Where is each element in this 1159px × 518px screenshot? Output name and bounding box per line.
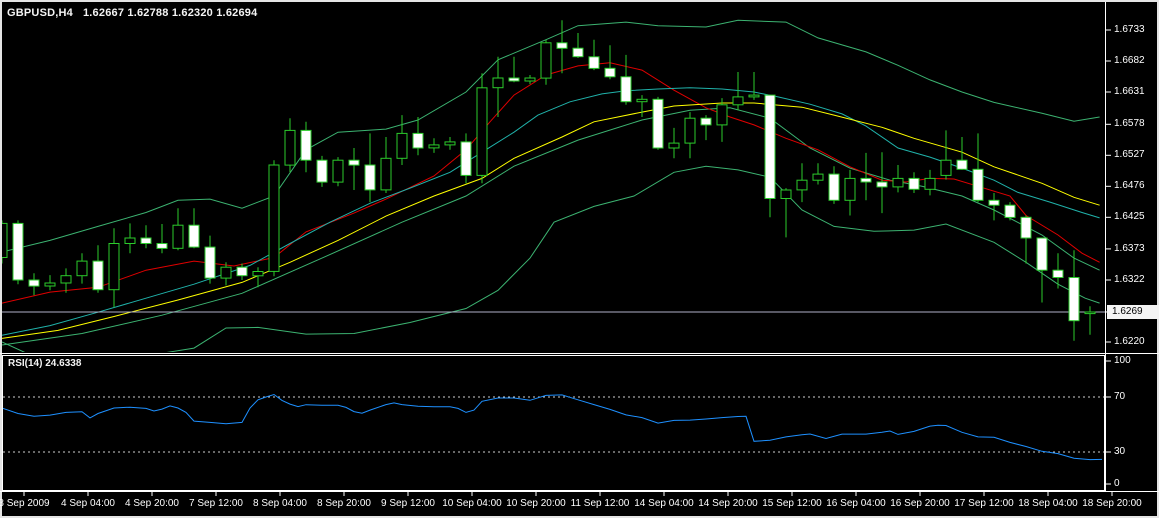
rsi-indicator-label: RSI(14) 24.6338 [8, 358, 82, 369]
rsi-panel[interactable] [2, 393, 1104, 461]
ma-mid-teal-line [2, 87, 1100, 336]
current-price-badge: 1.6269 [1107, 305, 1159, 319]
candle-body [188, 224, 200, 248]
candle-body [604, 67, 616, 78]
candle-body [44, 282, 56, 287]
candle-body [764, 94, 776, 199]
candle-body [556, 42, 568, 49]
candle-body [236, 266, 248, 277]
candle-body [124, 237, 136, 244]
candle-body [716, 104, 728, 126]
candle-body [1084, 311, 1096, 315]
candle-body [1020, 216, 1032, 239]
candle-body [508, 77, 520, 82]
candle-body [108, 243, 120, 291]
candle-body [652, 98, 664, 149]
candle-body [204, 246, 216, 279]
price-axis-label: 1.6682 [1114, 55, 1145, 66]
candle-body [28, 279, 40, 287]
price-axis-label: 1.6631 [1114, 86, 1145, 97]
bollinger-lower-line [2, 165, 1100, 352]
candle-body [540, 42, 552, 79]
candle-body [924, 177, 936, 190]
candle-body [268, 164, 280, 272]
candle-body [332, 159, 344, 183]
price-axis-label: 1.6527 [1114, 149, 1145, 160]
candle-body [60, 275, 72, 284]
candle-body [172, 224, 184, 249]
candle-body [876, 181, 888, 188]
candle-body [492, 77, 504, 89]
chart-ohlc-readout: 1.62667 1.62788 1.62320 1.62694 [82, 7, 258, 19]
time-axis-label[interactable]: 18 Sep 20:00 [1070, 499, 1154, 509]
candle-body [92, 260, 104, 291]
candle-body [1004, 204, 1016, 218]
candle-body [796, 179, 808, 191]
candle-body [780, 189, 792, 199]
rsi-line [3, 393, 1103, 461]
price-axis-label: 1.6322 [1114, 274, 1145, 285]
ma-slow-yellow-line [2, 102, 1100, 339]
price-axis-label: 1.6578 [1114, 118, 1145, 129]
candle-body [140, 237, 152, 244]
candle-body [972, 168, 984, 201]
candle-body [316, 159, 328, 183]
rsi-panel-border [2, 355, 1105, 491]
candle-body [572, 47, 584, 58]
candle-body [668, 142, 680, 149]
candle-body [444, 141, 456, 146]
candle-body [300, 129, 312, 161]
price-axis-label: 1.6476 [1114, 180, 1145, 191]
rsi-axis-label: 70 [1114, 391, 1126, 402]
candle-body [828, 173, 840, 201]
price-axis-label: 1.6220 [1114, 336, 1145, 347]
price-axis-label: 1.6373 [1114, 243, 1145, 254]
candle-body [348, 159, 360, 166]
rsi-axis-label: 100 [1114, 355, 1131, 366]
candle-body [412, 132, 424, 149]
candle-body [428, 144, 440, 149]
candle-body [700, 117, 712, 126]
price-axis-label: 1.6733 [1114, 24, 1145, 35]
rsi-axis-label: 30 [1114, 446, 1126, 457]
candle-body [956, 159, 968, 170]
candle-body [524, 77, 536, 82]
candle-body [1036, 237, 1048, 271]
rsi-axis-label: 0 [1114, 478, 1120, 489]
chart-symbol-period: GBPUSD,H4 [7, 7, 73, 19]
candle-body [396, 132, 408, 159]
window-border [0, 0, 1159, 518]
candle-body [284, 129, 296, 166]
candle-body [252, 271, 264, 277]
candle-body [156, 243, 168, 249]
candle-body [940, 159, 952, 176]
candle-body [1052, 269, 1064, 279]
candle-body [76, 260, 88, 277]
mt4-chart-window: GBPUSD,H4 1.62667 1.62788 1.62320 1.62694… [0, 0, 1159, 518]
candle-body [220, 266, 232, 279]
candle-body [748, 94, 760, 98]
candle-body [636, 98, 648, 103]
candle-body [476, 87, 488, 176]
candle-body [860, 177, 872, 183]
price-axis-label: 1.6425 [1114, 211, 1145, 222]
candle-body [12, 222, 24, 281]
candle-body [460, 141, 472, 176]
candle-body [684, 117, 696, 144]
chart-canvas[interactable] [0, 0, 1159, 518]
candle-body [1068, 277, 1080, 322]
candle-body [380, 157, 392, 191]
candle-body [588, 56, 600, 69]
candle-body [892, 177, 904, 188]
candle-body [620, 76, 632, 103]
candle-body [844, 177, 856, 201]
candle-body [732, 96, 744, 106]
candle-body [364, 164, 376, 191]
candle-body [812, 173, 824, 181]
main-chart-panel[interactable] [0, 19, 1105, 358]
chart-title: GBPUSD,H4 1.62667 1.62788 1.62320 1.62694 [7, 7, 257, 19]
candle-body [908, 177, 920, 190]
candle-body [988, 199, 1000, 206]
